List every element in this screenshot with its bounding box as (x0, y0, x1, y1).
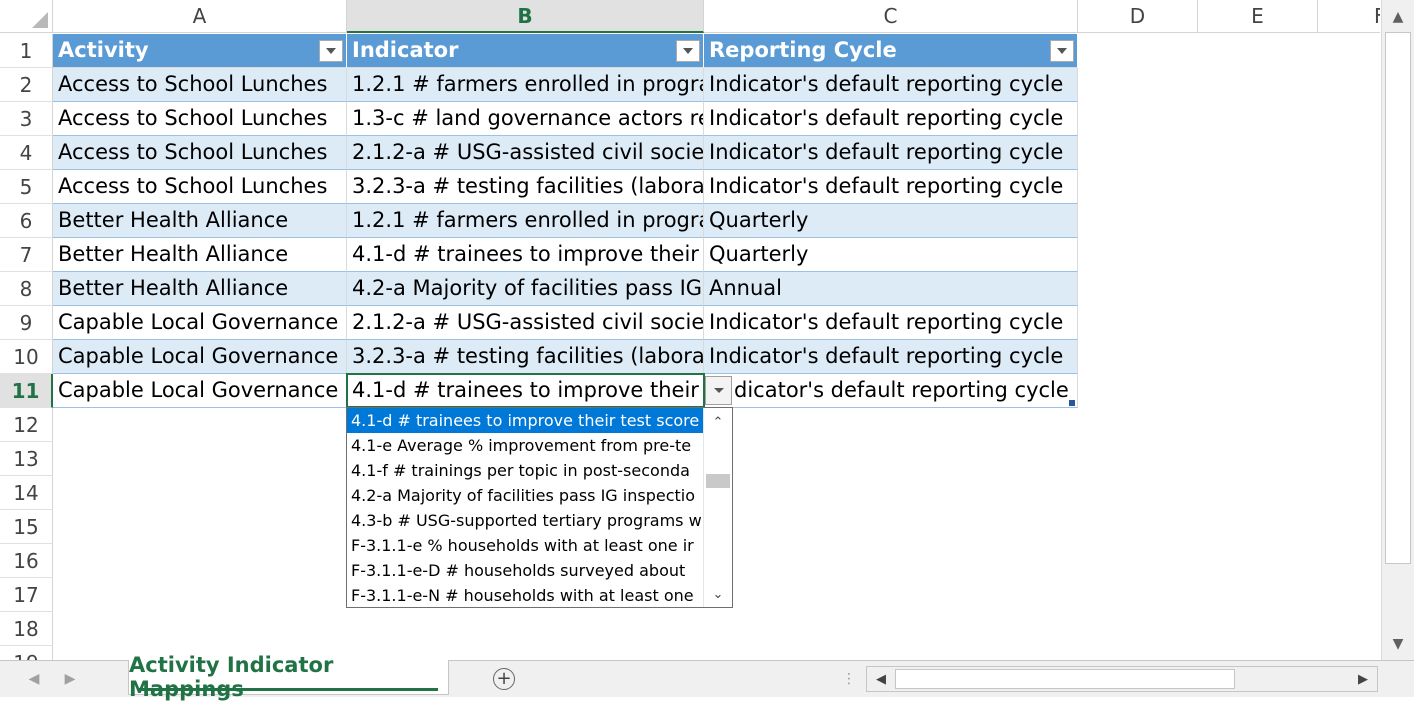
row-header-6[interactable]: 6 (0, 204, 53, 238)
chevron-down-icon (713, 388, 724, 393)
row-header-2[interactable]: 2 (0, 68, 53, 102)
scroll-up-icon[interactable]: ⌃ (704, 412, 732, 432)
sheet-tab-label: Activity Indicator Mappings (129, 653, 334, 701)
table-cell[interactable]: 2.1.2-a # USG-assisted civil societ (347, 306, 704, 340)
table-cell[interactable]: Better Health Alliance (53, 204, 347, 238)
row-header-8[interactable]: 8 (0, 272, 53, 306)
header-label-indicator: Indicator (352, 38, 459, 62)
column-header-e[interactable]: E (1198, 0, 1318, 33)
table-cell[interactable]: Indicator's default reporting cycle (704, 306, 1078, 340)
sheet-nav-left-icon[interactable]: ◀ (24, 669, 44, 689)
row-header-15[interactable]: 15 (0, 510, 53, 544)
dropdown-option[interactable]: F-3.1.1-e-N # households with at least o… (347, 583, 707, 607)
table-cell[interactable]: 3.2.3-a # testing facilities (laborat (347, 170, 704, 204)
dropdown-option[interactable]: 4.1-e Average % improvement from pre-te (347, 433, 707, 458)
dropdown-scroll-thumb[interactable] (706, 474, 730, 488)
table-cell[interactable]: Indicator's default reporting cycle (704, 68, 1078, 102)
table-cell[interactable]: 1.2.1 # farmers enrolled in progra (347, 68, 704, 102)
row-header-9[interactable]: 9 (0, 306, 53, 340)
row-header-19[interactable]: 19 (0, 646, 53, 660)
table-cell[interactable]: 2.1.2-a # USG-assisted civil societ (347, 136, 704, 170)
table-cell[interactable]: Access to School Lunches (53, 136, 347, 170)
table-cell[interactable]: Indicator's default reporting cycle (704, 170, 1078, 204)
column-header-d[interactable]: D (1078, 0, 1198, 33)
table-cell[interactable]: Indicator's default reporting cycle (704, 340, 1078, 374)
table-cell[interactable]: Access to School Lunches (53, 170, 347, 204)
fill-handle[interactable] (1069, 400, 1075, 406)
table-cell[interactable]: Annual (704, 272, 1078, 306)
dropdown-option[interactable]: F-3.1.1-e-D # households surveyed about (347, 558, 707, 583)
scroll-down-icon[interactable]: ▼ (1384, 630, 1412, 658)
dropdown-scrollbar[interactable]: ⌃ ⌄ (703, 408, 732, 607)
table-cell[interactable]: Capable Local Governance (53, 340, 347, 374)
row-header-10[interactable]: 10 (0, 340, 53, 374)
dropdown-option[interactable]: 4.2-a Majority of facilities pass IG ins… (347, 483, 707, 508)
row-header-3[interactable]: 3 (0, 102, 53, 136)
column-header-a[interactable]: A (53, 0, 347, 33)
header-label-activity: Activity (58, 38, 149, 62)
header-cell-activity[interactable]: Activity (53, 34, 347, 68)
select-all-triangle-icon (32, 12, 48, 28)
column-header-f[interactable]: F (1318, 0, 1380, 33)
row-header-12[interactable]: 12 (0, 408, 53, 442)
header-label-reporting-cycle: Reporting Cycle (709, 38, 897, 62)
row-header-17[interactable]: 17 (0, 578, 53, 612)
row-header-16[interactable]: 16 (0, 544, 53, 578)
horizontal-scroll-thumb[interactable] (895, 669, 1235, 689)
add-sheet-icon[interactable]: + (493, 668, 515, 690)
header-cell-reporting-cycle[interactable]: Reporting Cycle (704, 34, 1078, 68)
column-header-b[interactable]: B (347, 0, 704, 33)
table-cell[interactable]: dicator's default reporting cycle (704, 374, 1078, 408)
row-header-4[interactable]: 4 (0, 136, 53, 170)
scroll-left-icon[interactable]: ◀ (869, 667, 893, 691)
row-header-7[interactable]: 7 (0, 238, 53, 272)
header-cell-indicator[interactable]: Indicator (347, 34, 704, 68)
sheet-tab-activity-indicator-mappings[interactable]: Activity Indicator Mappings (128, 653, 449, 701)
scroll-right-icon[interactable]: ▶ (1351, 667, 1375, 691)
row-header-13[interactable]: 13 (0, 442, 53, 476)
dropdown-option[interactable]: 4.1-f # trainings per topic in post-seco… (347, 458, 707, 483)
vertical-scroll-thumb[interactable] (1385, 32, 1411, 564)
sheet-nav-right-icon[interactable]: ▶ (60, 669, 80, 689)
cell-dropdown-button[interactable] (705, 376, 732, 405)
table-cell[interactable]: Quarterly (704, 204, 1078, 238)
scroll-up-icon[interactable]: ▲ (1384, 3, 1412, 31)
spreadsheet-grid[interactable]: A B C D E F 1234567891011121314151617181… (0, 0, 1380, 660)
table-cell[interactable]: 4.1-d # trainees to improve their (347, 238, 704, 272)
row-header-11[interactable]: 11 (0, 374, 53, 408)
table-cell[interactable]: 1.3-c # land governance actors re (347, 102, 704, 136)
horizontal-scrollbar[interactable]: ◀ ▶ (866, 666, 1378, 692)
active-cell-b11[interactable]: 4.1-d # trainees to improve their (346, 373, 705, 408)
dropdown-option[interactable]: F-3.1.1-e % households with at least one… (347, 533, 707, 558)
filter-dropdown-icon[interactable] (1050, 40, 1074, 62)
dropdown-option[interactable]: 4.1-d # trainees to improve their test s… (347, 408, 707, 433)
table-cell[interactable]: 3.2.3-a # testing facilities (laborat (347, 340, 704, 374)
table-cell[interactable]: 1.2.1 # farmers enrolled in progra (347, 204, 704, 238)
dropdown-option[interactable]: 4.3-b # USG-supported tertiary programs … (347, 508, 707, 533)
row-header-18[interactable]: 18 (0, 612, 53, 646)
column-header-c[interactable]: C (704, 0, 1078, 33)
table-cell[interactable]: Capable Local Governance (53, 306, 347, 340)
row-header-14[interactable]: 14 (0, 476, 53, 510)
filter-dropdown-icon[interactable] (319, 40, 343, 62)
table-cell[interactable]: Indicator's default reporting cycle (704, 136, 1078, 170)
table-cell[interactable]: Access to School Lunches (53, 102, 347, 136)
select-all-corner[interactable] (0, 0, 53, 33)
table-cell[interactable]: Capable Local Governance (53, 374, 347, 408)
table-cell[interactable]: Access to School Lunches (53, 68, 347, 102)
filter-dropdown-icon[interactable] (676, 40, 700, 62)
table-cell[interactable]: Better Health Alliance (53, 272, 347, 306)
row-header-1[interactable]: 1 (0, 34, 53, 68)
sheet-tab-bar: ◀ ▶ Activity Indicator Mappings + ⋮ ◀ ▶ (0, 653, 1414, 701)
tab-splitter-icon[interactable]: ⋮ (842, 671, 856, 687)
row-header-5[interactable]: 5 (0, 170, 53, 204)
table-cell[interactable]: 4.2-a Majority of facilities pass IG (347, 272, 704, 306)
table-cell[interactable]: Quarterly (704, 238, 1078, 272)
table-cell[interactable]: Indicator's default reporting cycle (704, 102, 1078, 136)
validation-dropdown-list[interactable]: 4.1-d # trainees to improve their test s… (346, 407, 733, 608)
scroll-down-icon[interactable]: ⌄ (704, 584, 732, 604)
table-cell[interactable]: Better Health Alliance (53, 238, 347, 272)
vertical-scrollbar[interactable]: ▲ ▼ (1381, 0, 1414, 660)
